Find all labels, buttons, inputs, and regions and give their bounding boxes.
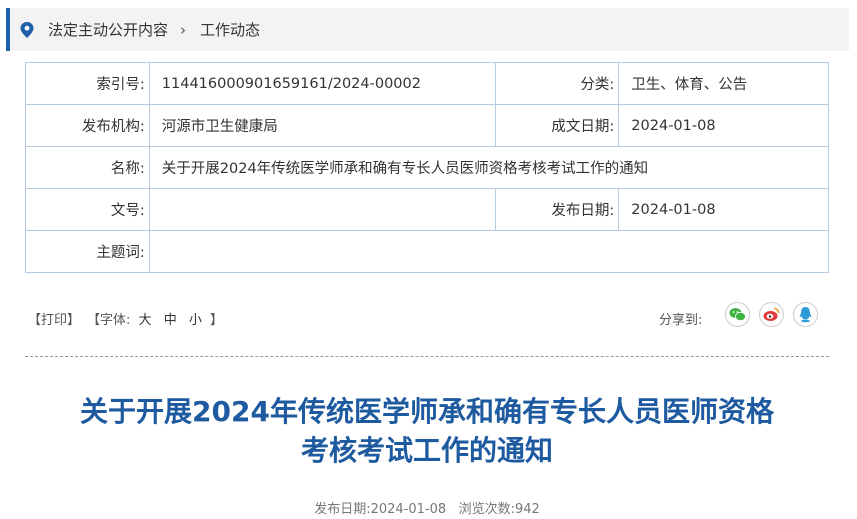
font-size-prefix: 【字体:	[87, 313, 131, 328]
wechat-share-button[interactable]	[725, 302, 750, 327]
print-button[interactable]: 【打印】	[28, 309, 80, 328]
article-title: 关于开展2024年传统医学师承和确有专长人员医师资格 考核考试工作的通知	[25, 392, 829, 470]
subject-value	[148, 230, 830, 273]
publish-date-label: 发布日期:	[494, 188, 620, 231]
breadcrumb-item-public-content[interactable]: 法定主动公开内容	[48, 19, 168, 40]
location-pin-icon	[20, 21, 34, 38]
breadcrumb-item-work-news[interactable]: 工作动态	[200, 19, 260, 40]
publisher-value: 河源市卫生健康局	[148, 104, 496, 147]
index-no-value: 114416000901659161/2024-00002	[148, 62, 496, 105]
font-size-control: 【字体: 大 中 小 】	[87, 309, 223, 328]
table-row: 主题词:	[25, 230, 830, 273]
doc-no-value	[148, 188, 496, 231]
wechat-icon	[729, 308, 746, 322]
written-date-value: 2024-01-08	[618, 104, 829, 147]
views-label: 浏览次数:	[458, 502, 515, 517]
publisher-label: 发布机构:	[25, 104, 150, 147]
table-row: 文号: 发布日期: 2024-01-08	[25, 188, 829, 231]
table-row: 名称: 关于开展2024年传统医学师承和确有专长人员医师资格考核考试工作的通知	[25, 146, 830, 189]
table-row: 索引号: 114416000901659161/2024-00002 分类: 卫…	[25, 62, 829, 105]
weibo-icon	[763, 307, 780, 321]
weibo-share-button[interactable]	[759, 302, 784, 327]
article-toolbar: 【打印】 【字体: 大 中 小 】 分享到:	[25, 300, 829, 336]
article-publish-info: 发布日期:2024-01-08 浏览次数:942	[25, 498, 829, 517]
views-count: 942	[514, 502, 540, 517]
publish-date-label: 发布日期:	[314, 502, 371, 517]
category-label: 分类:	[494, 62, 620, 105]
breadcrumb: 法定主动公开内容 › 工作动态	[6, 8, 849, 51]
name-label: 名称:	[25, 146, 150, 189]
font-large-button[interactable]: 大	[139, 313, 152, 328]
qq-share-button[interactable]	[793, 302, 818, 327]
publish-date-value: 2024-01-08	[618, 188, 829, 231]
written-date-label: 成文日期:	[494, 104, 620, 147]
article-title-line-1: 关于开展2024年传统医学师承和确有专长人员医师资格	[80, 395, 774, 428]
table-row: 发布机构: 河源市卫生健康局 成文日期: 2024-01-08	[25, 104, 829, 147]
publish-date-value: 2024-01-08	[370, 502, 447, 517]
font-medium-button[interactable]: 中	[164, 313, 177, 328]
category-value: 卫生、体育、公告	[618, 62, 829, 105]
share-label: 分享到:	[659, 313, 703, 328]
font-small-button[interactable]: 小	[189, 313, 202, 328]
breadcrumb-separator: ›	[180, 20, 187, 39]
article-title-line-2: 考核考试工作的通知	[300, 434, 553, 467]
index-no-label: 索引号:	[25, 62, 150, 105]
doc-no-label: 文号:	[25, 188, 150, 231]
document-metadata-table: 索引号: 114416000901659161/2024-00002 分类: 卫…	[25, 62, 830, 273]
section-divider	[25, 356, 829, 357]
name-value: 关于开展2024年传统医学师承和确有专长人员医师资格考核考试工作的通知	[148, 146, 830, 189]
qq-icon	[799, 307, 812, 323]
font-size-suffix: 】	[210, 313, 224, 328]
subject-label: 主题词:	[25, 230, 150, 273]
